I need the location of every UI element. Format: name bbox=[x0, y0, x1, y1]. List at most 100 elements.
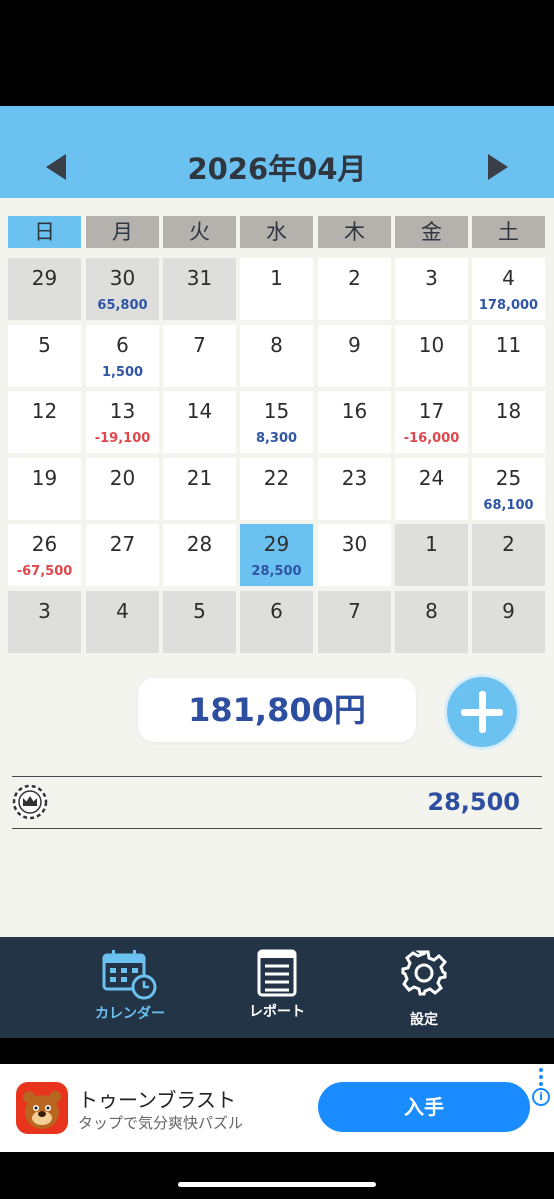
calendar-day[interactable]: 8 bbox=[240, 324, 313, 387]
day-amount: 1,500 bbox=[101, 364, 144, 380]
calendar-day[interactable]: 16 bbox=[318, 391, 391, 453]
calendar-day[interactable]: 7 bbox=[163, 324, 236, 387]
ad-subtitle: タップで気分爽快パズル bbox=[78, 1114, 244, 1132]
day-number: 28 bbox=[186, 532, 213, 556]
day-number: 4 bbox=[502, 266, 515, 290]
day-number: 26 bbox=[31, 532, 58, 556]
calendar-day[interactable]: 9 bbox=[472, 590, 545, 653]
ad-banner[interactable]: トゥーンブラスト タップで気分爽快パズル 入手 i bbox=[0, 1064, 554, 1152]
calendar-day[interactable]: 12 bbox=[8, 391, 81, 453]
day-number: 1 bbox=[425, 532, 438, 556]
calendar-day[interactable]: 11 bbox=[472, 324, 545, 387]
calendar-day[interactable]: 22 bbox=[240, 457, 313, 520]
app-screen: 2026年04月 日月火水木金土 29 30 65,800 31 1 2 3 4 178,000… bbox=[0, 106, 554, 1038]
day-number: 23 bbox=[341, 465, 368, 490]
day-number: 22 bbox=[263, 465, 290, 490]
weekday-header: 土 bbox=[472, 216, 545, 248]
divider bbox=[12, 828, 542, 829]
calendar-day[interactable]: 6 1,500 bbox=[86, 324, 159, 387]
calendar-day[interactable]: 7 bbox=[318, 590, 391, 653]
weekday-header: 月 bbox=[86, 216, 159, 248]
calendar-day[interactable]: 5 bbox=[8, 324, 81, 387]
day-number: 13 bbox=[109, 399, 136, 423]
calendar-icon bbox=[102, 950, 157, 1000]
calendar-day[interactable]: 15 8,300 bbox=[240, 391, 313, 453]
day-balance: 28,500 bbox=[427, 788, 520, 816]
tab-report[interactable]: レポート bbox=[207, 937, 347, 1038]
day-amount: -19,100 bbox=[94, 431, 151, 446]
day-number: 5 bbox=[38, 332, 51, 357]
tab-calendar[interactable]: カレンダー bbox=[60, 937, 200, 1038]
calendar-day[interactable]: 4 bbox=[86, 590, 159, 653]
day-number: 21 bbox=[186, 465, 213, 490]
day-number: 29 bbox=[31, 266, 58, 290]
day-number: 20 bbox=[109, 465, 136, 490]
calendar-day[interactable]: 6 bbox=[240, 590, 313, 653]
calendar-day[interactable]: 3 bbox=[395, 258, 468, 320]
weekday-header: 金 bbox=[395, 216, 468, 248]
tab-settings[interactable]: 設定 bbox=[354, 937, 494, 1038]
calendar-day[interactable]: 30 65,800 bbox=[86, 258, 159, 320]
app-icon bbox=[16, 1082, 68, 1134]
calendar-day[interactable]: 9 bbox=[318, 324, 391, 387]
calendar-day[interactable]: 25 68,100 bbox=[472, 457, 545, 520]
tab-calendar-label: カレンダー bbox=[95, 1006, 165, 1022]
day-number: 15 bbox=[263, 399, 290, 423]
day-number: 3 bbox=[425, 266, 438, 290]
day-number: 3 bbox=[38, 598, 51, 623]
day-number: 19 bbox=[31, 465, 58, 490]
day-number: 1 bbox=[270, 266, 283, 290]
day-amount: -16,000 bbox=[403, 431, 460, 446]
calendar-day[interactable]: 2 bbox=[318, 258, 391, 320]
next-month-button[interactable] bbox=[488, 154, 508, 180]
calendar-day[interactable]: 23 bbox=[318, 457, 391, 520]
calendar-day[interactable]: 1 bbox=[240, 258, 313, 320]
calendar-day[interactable]: 4 178,000 bbox=[472, 258, 545, 320]
day-number: 14 bbox=[186, 399, 213, 423]
weekday-header: 日 bbox=[8, 216, 81, 248]
ad-info-icon[interactable]: i bbox=[532, 1088, 550, 1106]
weekday-header: 水 bbox=[240, 216, 313, 248]
day-number: 6 bbox=[270, 598, 283, 623]
calendar-day[interactable]: 19 bbox=[8, 457, 81, 520]
calendar-day[interactable]: 27 bbox=[86, 524, 159, 586]
calendar-day[interactable]: 28 bbox=[163, 524, 236, 586]
calendar-day[interactable]: 5 bbox=[163, 590, 236, 653]
calendar-day[interactable]: 26 -67,500 bbox=[8, 524, 81, 586]
day-number: 2 bbox=[502, 532, 515, 556]
calendar-day[interactable]: 8 bbox=[395, 590, 468, 653]
day-number: 8 bbox=[270, 332, 283, 357]
day-number: 12 bbox=[31, 399, 58, 423]
gear-icon bbox=[401, 950, 448, 996]
day-amount: 28,500 bbox=[251, 564, 302, 579]
calendar-day[interactable]: 1 bbox=[395, 524, 468, 586]
calendar-day[interactable]: 18 bbox=[472, 391, 545, 453]
calendar-day[interactable]: 30 bbox=[318, 524, 391, 586]
calendar-day[interactable]: 10 bbox=[395, 324, 468, 387]
day-number: 7 bbox=[193, 332, 206, 357]
calendar-day[interactable]: 31 bbox=[163, 258, 236, 320]
day-number: 30 bbox=[341, 532, 368, 556]
calendar-day[interactable]: 14 bbox=[163, 391, 236, 453]
add-entry-button[interactable] bbox=[444, 674, 520, 750]
calendar-day[interactable]: 3 bbox=[8, 590, 81, 653]
weekday-header: 火 bbox=[163, 216, 236, 248]
day-amount: 178,000 bbox=[478, 298, 539, 313]
monthly-total: 181,800円 bbox=[138, 678, 416, 742]
calendar-day[interactable]: 17 -16,000 bbox=[395, 391, 468, 453]
calendar-day[interactable]: 21 bbox=[163, 457, 236, 520]
tab-report-label: レポート bbox=[249, 1004, 305, 1020]
calendar-day[interactable]: 13 -19,100 bbox=[86, 391, 159, 453]
calendar-day[interactable]: 29 bbox=[8, 258, 81, 320]
day-amount: 8,300 bbox=[255, 431, 298, 446]
calendar-day[interactable]: 24 bbox=[395, 457, 468, 520]
calendar-day[interactable]: 20 bbox=[86, 457, 159, 520]
plus-icon-bar bbox=[461, 709, 503, 716]
day-number: 10 bbox=[418, 332, 445, 357]
calendar-day[interactable]: 2 bbox=[472, 524, 545, 586]
day-number: 6 bbox=[116, 332, 129, 357]
calendar-day-today[interactable]: 29 28,500 bbox=[240, 524, 313, 586]
ad-get-button[interactable]: 入手 bbox=[318, 1082, 530, 1132]
day-number: 4 bbox=[116, 598, 129, 623]
more-options-icon[interactable] bbox=[539, 1068, 543, 1089]
